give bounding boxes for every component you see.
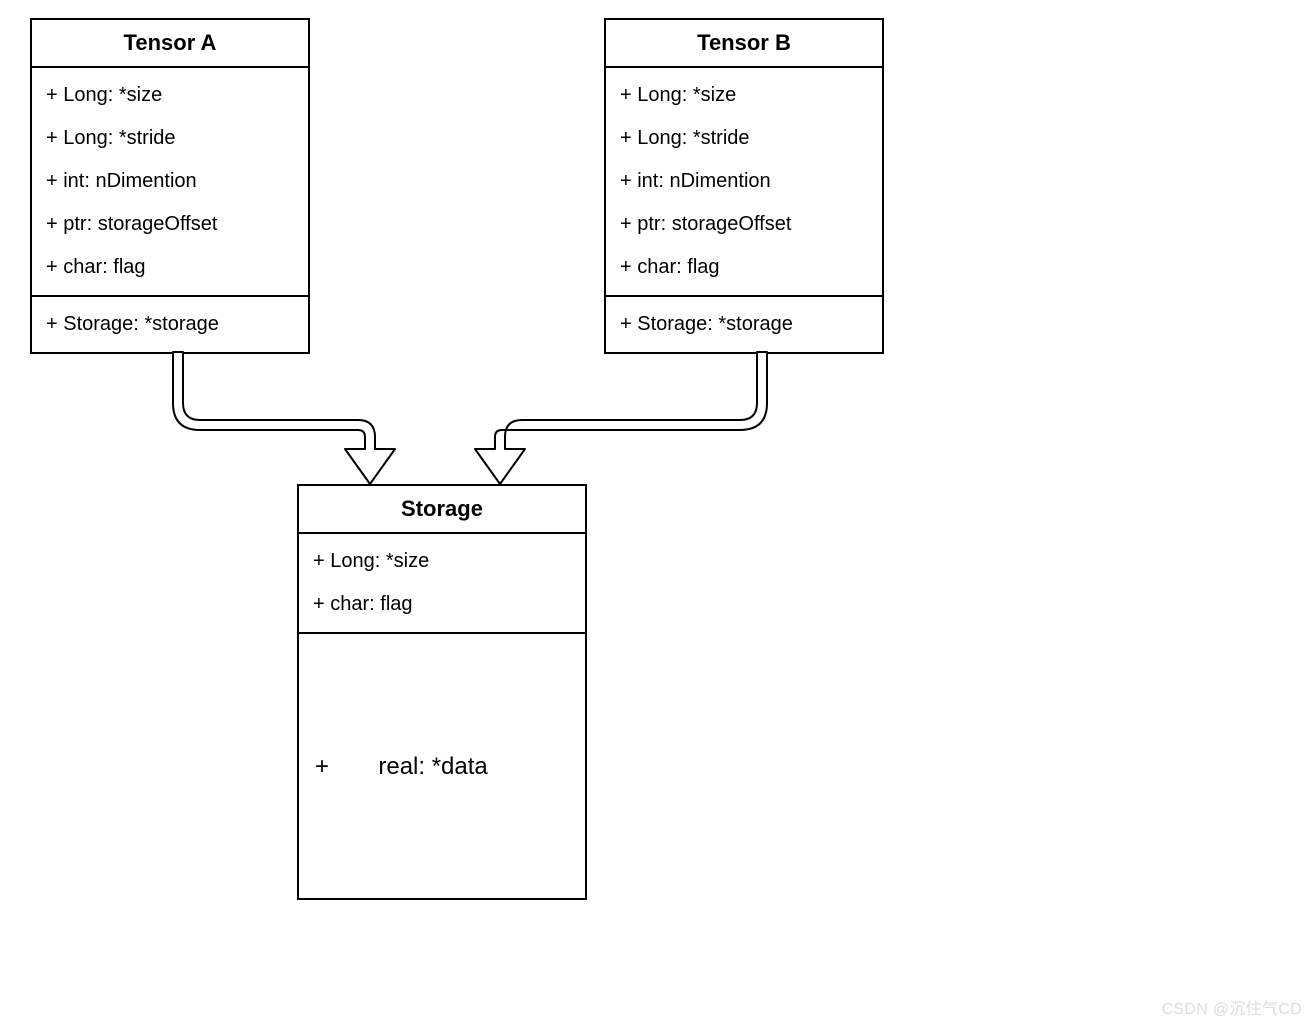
attr-row: + Long: *size — [309, 540, 575, 583]
class-title: Storage — [299, 486, 585, 534]
class-box-storage: Storage + Long: *size + char: flag + rea… — [297, 484, 587, 900]
class-attributes: + Long: *size + Long: *stride + int: nDi… — [32, 68, 308, 297]
attr-row: + Storage: *storage — [616, 303, 872, 346]
class-box-tensor-b: Tensor B + Long: *size + Long: *stride +… — [604, 18, 884, 354]
class-reference: + Storage: *storage — [32, 297, 308, 352]
attr-row: + char: flag — [616, 246, 872, 289]
attr-row: + ptr: storageOffset — [42, 203, 298, 246]
attr-row: + ptr: storageOffset — [616, 203, 872, 246]
attr-row: + int: nDimention — [42, 160, 298, 203]
data-row: + real: *data — [309, 753, 488, 781]
class-box-tensor-a: Tensor A + Long: *size + Long: *stride +… — [30, 18, 310, 354]
attr-row: + Long: *stride — [616, 117, 872, 160]
class-title: Tensor A — [32, 20, 308, 68]
class-attributes: + Long: *size + Long: *stride + int: nDi… — [606, 68, 882, 297]
data-label: real: *data — [378, 753, 487, 780]
class-title: Tensor B — [606, 20, 882, 68]
data-prefix: + — [315, 753, 329, 780]
watermark-text: CSDN @沉住气CD — [1162, 995, 1302, 1019]
attr-row: + char: flag — [42, 246, 298, 289]
class-reference: + Storage: *storage — [606, 297, 882, 352]
attr-row: + int: nDimention — [616, 160, 872, 203]
arrow-tensor-a-to-storage — [173, 352, 395, 484]
class-attributes: + Long: *size + char: flag — [299, 534, 585, 634]
attr-row: + Long: *size — [42, 74, 298, 117]
attr-row: + Long: *size — [616, 74, 872, 117]
arrow-tensor-b-to-storage — [475, 352, 767, 484]
attr-row: + Long: *stride — [42, 117, 298, 160]
attr-row: + char: flag — [309, 583, 575, 626]
class-data: + real: *data — [299, 634, 585, 899]
attr-row: + Storage: *storage — [42, 303, 298, 346]
